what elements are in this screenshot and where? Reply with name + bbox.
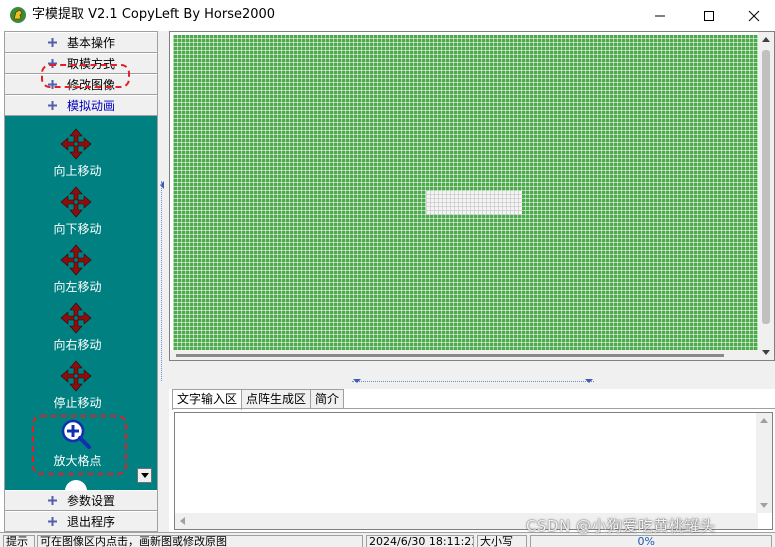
sidebar-group-basic[interactable]: 基本操作 <box>5 32 157 53</box>
animation-panel: 向上移动 向下移动 向左移动 向右移动 停止移动 放大格点 <box>5 116 157 490</box>
status-hint-text: 可在图像区内点击，画新图或修改原图 <box>37 535 363 547</box>
status-percent: 0% <box>530 535 772 547</box>
scroll-up-icon <box>760 418 768 423</box>
move-left-label: 向左移动 <box>53 280 102 294</box>
watermark: CSDN @小狗爱吃黄桃罐头 <box>526 517 716 535</box>
collapse-down-icon <box>353 379 361 383</box>
sidebar-group-label: 参数设置 <box>67 494 116 508</box>
maximize-icon <box>704 10 714 21</box>
minimize-icon <box>655 15 665 16</box>
status-datetime: 2024/6/30 18:11:23 <box>366 535 474 547</box>
expand-plus-icon <box>48 38 57 47</box>
move-up-label: 向上移动 <box>53 164 102 178</box>
highlight-box <box>32 415 127 475</box>
move-right-button[interactable]: 向右移动 <box>5 302 157 358</box>
scroll-thumb[interactable] <box>762 50 770 324</box>
expand-plus-icon <box>48 101 57 110</box>
vertical-splitter[interactable] <box>158 31 169 532</box>
title-bar: 字模提取 V2.1 CopyLeft By Horse2000 <box>0 0 775 31</box>
move-arrows-icon <box>60 244 92 276</box>
sidebar-group-exit[interactable]: 退出程序 <box>5 511 157 532</box>
collapse-down-icon <box>585 379 593 383</box>
chevron-down-icon <box>140 472 149 478</box>
horizontal-splitter[interactable] <box>169 361 775 389</box>
move-arrows-icon <box>60 186 92 218</box>
canvas-horizontal-scrollbar[interactable] <box>170 350 758 360</box>
stop-move-button[interactable]: 停止移动 <box>5 360 157 416</box>
image-canvas-frame <box>169 31 775 361</box>
sidebar-panel: 基本操作 取模方式 修改图像 模拟动画 向上移动 向下移动 向左移动 向右移动 … <box>4 31 158 532</box>
tab-strip: 文字输入区 点阵生成区 简介 <box>172 389 345 410</box>
scroll-down-icon <box>762 350 770 355</box>
close-button[interactable] <box>731 0 775 31</box>
tab-divider <box>172 408 775 409</box>
splitter-grip <box>352 381 594 382</box>
pixel-selection <box>426 191 522 215</box>
text-vertical-scrollbar[interactable] <box>756 413 772 513</box>
move-up-button[interactable]: 向上移动 <box>5 128 157 184</box>
window-title: 字模提取 V2.1 CopyLeft By Horse2000 <box>32 7 276 22</box>
scroll-up-icon <box>762 37 770 42</box>
horse-app-icon <box>10 7 26 23</box>
scroll-left-icon <box>180 517 185 525</box>
move-left-button[interactable]: 向左移动 <box>5 244 157 300</box>
minimize-button[interactable] <box>637 0 683 31</box>
canvas-vertical-scrollbar[interactable] <box>758 32 774 360</box>
tab-dot-matrix[interactable]: 点阵生成区 <box>241 389 312 409</box>
text-input-area[interactable] <box>174 412 773 530</box>
move-arrows-icon <box>60 128 92 160</box>
panel-scroll-down-button[interactable] <box>137 468 152 483</box>
scroll-thumb[interactable] <box>176 354 724 357</box>
expand-plus-icon <box>48 496 57 505</box>
tab-text-input[interactable]: 文字输入区 <box>172 389 243 410</box>
sidebar-group-settings[interactable]: 参数设置 <box>5 490 157 511</box>
status-hint-label: 提示 <box>3 535 35 547</box>
splitter-grip <box>161 181 166 381</box>
maximize-button[interactable] <box>686 0 732 31</box>
move-arrows-icon <box>60 302 92 334</box>
sidebar-group-label: 退出程序 <box>67 515 116 529</box>
highlight-oval <box>41 64 130 88</box>
sidebar-group-label: 基本操作 <box>67 36 116 50</box>
close-icon <box>748 10 760 21</box>
move-down-label: 向下移动 <box>53 222 102 236</box>
move-down-button[interactable]: 向下移动 <box>5 186 157 242</box>
pixel-grid-canvas[interactable] <box>173 35 758 358</box>
status-caps: 大小写 <box>477 535 527 547</box>
scroll-down-icon <box>760 503 768 508</box>
move-right-label: 向右移动 <box>53 338 102 352</box>
stop-move-label: 停止移动 <box>53 396 102 410</box>
tab-about[interactable]: 简介 <box>310 389 345 409</box>
sidebar-group-animation[interactable]: 模拟动画 <box>5 95 157 116</box>
move-arrows-icon <box>60 360 92 392</box>
partial-icon <box>65 480 87 490</box>
expand-plus-icon <box>48 517 57 526</box>
sidebar-group-label: 模拟动画 <box>67 99 116 113</box>
